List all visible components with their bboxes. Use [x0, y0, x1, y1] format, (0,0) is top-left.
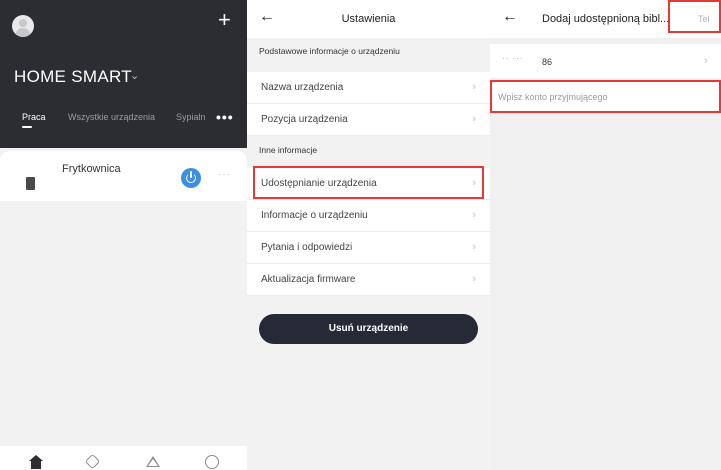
section-label: Podstawowe informacje o urządzeniu — [259, 46, 400, 56]
settings-item-firmware[interactable]: Aktualizacja firmware › — [247, 264, 490, 296]
settings-item-device-location[interactable]: Pozycja urządzenia › — [247, 104, 490, 136]
recipient-account-input[interactable] — [490, 80, 721, 113]
chevron-right-icon: › — [704, 55, 708, 67]
avatar-head-shape — [19, 19, 27, 27]
chevron-right-icon: › — [472, 177, 476, 189]
country-prefix: ·· ··· — [502, 54, 524, 63]
section-label: Inne informacje — [259, 145, 318, 155]
fryer-icon — [26, 177, 35, 190]
home-header: + HOME SMART ⌄ Praca Wszystkie urządzeni… — [0, 0, 247, 148]
scene-icon-inner — [148, 459, 158, 466]
tab-bedroom[interactable]: Sypialn — [176, 112, 206, 122]
settings-header: ← Ustawienia — [247, 0, 490, 38]
phone-mode-button[interactable]: Tel — [698, 14, 710, 24]
settings-item-label: Nazwa urządzenia — [261, 82, 344, 93]
scene-icon[interactable] — [146, 455, 160, 469]
page-title: Ustawienia — [341, 13, 396, 25]
home-screen: + HOME SMART ⌄ Praca Wszystkie urządzeni… — [0, 0, 247, 470]
add-share-screen: ← Dodaj udostępnioną bibl... Tel ·· ··· … — [490, 0, 721, 470]
chevron-right-icon: › — [472, 81, 476, 93]
delete-device-button[interactable]: Usuń urządzenie — [259, 314, 478, 344]
settings-item-label: Pytania i odpowiedzi — [261, 242, 353, 253]
device-card[interactable]: Frytkownica ··· — [0, 151, 247, 201]
chevron-right-icon: › — [472, 241, 476, 253]
device-more-icon[interactable]: ··· — [218, 169, 231, 180]
settings-item-label: Pozycja urządzenia — [261, 114, 348, 125]
chevron-right-icon: › — [472, 113, 476, 125]
tab-praca[interactable]: Praca — [22, 112, 46, 122]
settings-item-device-sharing[interactable]: Udostępnianie urządzenia › — [247, 168, 490, 200]
room-tabs: Praca Wszystkie urządzenia Sypialn — [0, 112, 247, 132]
profile-icon[interactable] — [205, 455, 219, 469]
home-title[interactable]: HOME SMART — [14, 67, 132, 87]
section-other-info: Inne informacje — [247, 137, 490, 162]
screenshot-root: + HOME SMART ⌄ Praca Wszystkie urządzeni… — [0, 0, 721, 470]
back-arrow-icon[interactable]: ← — [502, 8, 518, 26]
device-name: Frytkownica — [62, 163, 121, 175]
bottom-nav — [0, 446, 247, 470]
chevron-right-icon: › — [472, 273, 476, 285]
chevron-right-icon: › — [472, 209, 476, 221]
settings-item-label: Udostępnianie urządzenia — [261, 178, 377, 189]
settings-screen: ← Ustawienia Podstawowe informacje o urz… — [247, 0, 490, 470]
page-title: Dodaj udostępnioną bibl... — [542, 13, 670, 25]
country-code-selector[interactable]: ·· ··· 86 › — [490, 44, 721, 78]
add-share-header: ← Dodaj udostępnioną bibl... Tel — [490, 0, 721, 38]
smart-icon[interactable] — [84, 453, 101, 470]
settings-item-device-info[interactable]: Informacje o urządzeniu › — [247, 200, 490, 232]
tab-all-devices[interactable]: Wszystkie urządzenia — [68, 112, 155, 122]
settings-item-label: Aktualizacja firmware — [261, 274, 356, 285]
home-icon-base — [31, 461, 41, 469]
home-icon[interactable] — [29, 455, 43, 469]
chevron-down-icon[interactable]: ⌄ — [130, 69, 139, 82]
country-code: 86 — [542, 57, 553, 67]
active-tab-indicator — [22, 126, 32, 128]
section-basic-info: Podstawowe informacje o urządzeniu — [247, 38, 490, 63]
settings-item-faq[interactable]: Pytania i odpowiedzi › — [247, 232, 490, 264]
avatar[interactable] — [12, 15, 34, 37]
device-list: Frytkownica ··· — [0, 148, 247, 446]
add-device-button[interactable]: + — [218, 6, 231, 34]
power-toggle-button[interactable] — [181, 168, 201, 188]
settings-item-device-name[interactable]: Nazwa urządzenia › — [247, 72, 490, 104]
more-icon[interactable]: ••• — [216, 109, 234, 125]
avatar-body-shape — [15, 28, 31, 37]
power-icon-stem — [190, 171, 192, 178]
settings-item-label: Informacje o urządzeniu — [261, 210, 368, 221]
